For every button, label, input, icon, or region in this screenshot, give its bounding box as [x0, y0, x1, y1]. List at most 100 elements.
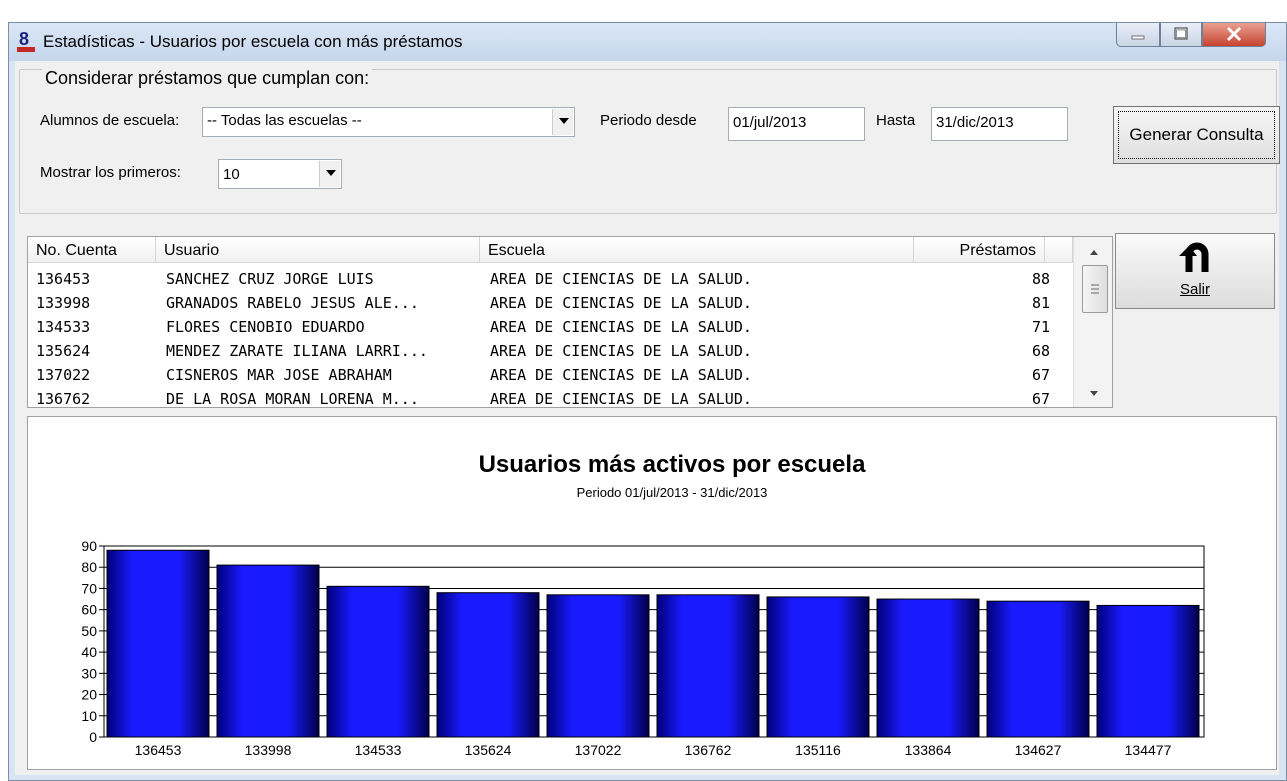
- y-tick-label: 50: [81, 623, 97, 639]
- generate-query-button[interactable]: Generar Consulta: [1113, 106, 1280, 164]
- column-header-usuario[interactable]: Usuario: [156, 237, 480, 263]
- table-row[interactable]: 134533 FLORES CENOBIO EDUARDO AREA DE CIEN…: [28, 315, 1068, 339]
- table-row[interactable]: 137022 CISNEROS MAR JOSE ABRAHAM AREA DE C…: [28, 363, 1068, 387]
- cell-prestamos: 71: [1031, 318, 1050, 336]
- cell-escuela: AREA DE CIENCIAS DE LA SALUD.: [490, 318, 752, 336]
- minimize-icon: [1131, 35, 1145, 40]
- top-n-select[interactable]: 10: [218, 159, 342, 189]
- bar-chart: Usuarios más activos por escuela Periodo …: [81, 451, 1205, 758]
- y-tick-label: 90: [81, 538, 97, 554]
- cell-escuela: AREA DE CIENCIAS DE LA SALUD.: [490, 270, 752, 288]
- scroll-up-icon[interactable]: [1074, 241, 1113, 263]
- cell-prestamos: 67: [1031, 366, 1050, 384]
- cell-usuario: MENDEZ ZARATE ILIANA LARRI...: [166, 342, 428, 360]
- chart-panel: Usuarios más activos por escuela Periodo …: [27, 416, 1277, 770]
- close-button[interactable]: [1202, 23, 1266, 47]
- column-header-prestamos[interactable]: Préstamos: [914, 237, 1045, 263]
- table-scrollbar[interactable]: [1073, 237, 1113, 407]
- x-tick-label: 133864: [905, 742, 952, 758]
- column-header-cuenta[interactable]: No. Cuenta: [28, 237, 156, 263]
- bar-135624: [436, 592, 540, 738]
- cell-cuenta: 136453: [36, 270, 91, 288]
- y-tick-label: 70: [81, 580, 97, 596]
- cell-cuenta: 137022: [36, 366, 91, 384]
- cell-escuela: AREA DE CIENCIAS DE LA SALUD.: [490, 294, 752, 312]
- exit-button[interactable]: Salir: [1115, 233, 1275, 309]
- table-row[interactable]: 135624 MENDEZ ZARATE ILIANA LARRI... AREA …: [28, 339, 1068, 363]
- cell-usuario: DE LA ROSA MORAN LORENA M...: [166, 390, 419, 408]
- maximize-button[interactable]: [1160, 23, 1202, 47]
- school-label: Alumnos de escuela:: [40, 112, 180, 129]
- cell-prestamos: 81: [1031, 294, 1050, 312]
- sibibl-logo-icon: 8: [17, 29, 35, 52]
- table-row[interactable]: 136762 DE LA ROSA MORAN LORENA M... AREA D…: [28, 387, 1068, 408]
- bar-135116: [766, 596, 870, 738]
- minimize-button[interactable]: [1116, 23, 1160, 47]
- chevron-down-icon[interactable]: [319, 161, 340, 187]
- cell-cuenta: 135624: [36, 342, 91, 360]
- statistics-window: 8 Estadísticas - Usuarios por escuela co…: [8, 22, 1287, 781]
- exit-label: Salir: [1179, 281, 1210, 298]
- title-bar[interactable]: 8 Estadísticas - Usuarios por escuela co…: [9, 23, 1286, 61]
- bar-134627: [986, 600, 1090, 738]
- y-tick-label: 30: [81, 665, 97, 681]
- y-tick-label: 80: [81, 559, 97, 575]
- period-to-input[interactable]: 31/dic/2013: [931, 107, 1068, 141]
- cell-cuenta: 134533: [36, 318, 91, 336]
- period-to-label: Hasta: [876, 112, 916, 129]
- x-tick-label: 135624: [465, 742, 512, 758]
- results-table[interactable]: No. Cuenta Usuario Escuela Préstamos 136…: [27, 236, 1113, 408]
- cell-prestamos: 67: [1031, 390, 1050, 408]
- x-tick-label: 137022: [575, 742, 622, 758]
- x-tick-label: 135116: [795, 742, 841, 758]
- x-tick-label: 133998: [245, 742, 292, 758]
- bar-136453: [106, 549, 210, 738]
- school-select-value: -- Todas las escuelas --: [207, 112, 362, 129]
- period-from-value: 01/jul/2013: [733, 114, 807, 131]
- cell-usuario: GRANADOS RABELO JESUS ALE...: [166, 294, 419, 312]
- filter-group-label: Considerar préstamos que cumplan con:: [42, 68, 373, 89]
- top-n-label: Mostrar los primeros:: [40, 164, 181, 181]
- chart-title: Usuarios más activos por escuela: [479, 451, 867, 478]
- cell-cuenta: 133998: [36, 294, 91, 312]
- table-row[interactable]: 136453 SANCHEZ CRUZ JORGE LUIS AREA DE CIE…: [28, 267, 1068, 291]
- column-header-filler: [1045, 237, 1073, 263]
- cell-usuario: SANCHEZ CRUZ JORGE LUIS: [166, 270, 374, 288]
- chart-subtitle: Periodo 01/jul/2013 - 31/dic/2013: [577, 485, 768, 500]
- bar-134477: [1096, 604, 1200, 738]
- filter-group: Considerar préstamos que cumplan con: Al…: [19, 68, 1280, 214]
- bar-133998: [216, 564, 320, 738]
- bar-136762: [656, 594, 760, 738]
- cell-cuenta: 136762: [36, 390, 91, 408]
- scrollbar-thumb[interactable]: [1082, 265, 1108, 313]
- school-select[interactable]: -- Todas las escuelas --: [202, 107, 575, 137]
- cell-escuela: AREA DE CIENCIAS DE LA SALUD.: [490, 342, 752, 360]
- period-to-value: 31/dic/2013: [936, 114, 1014, 131]
- y-tick-label: 20: [81, 687, 97, 703]
- bar-134533: [326, 585, 430, 738]
- table-row[interactable]: 133998 GRANADOS RABELO JESUS ALE... AREA D…: [28, 291, 1068, 315]
- cell-usuario: FLORES CENOBIO EDUARDO: [166, 318, 365, 336]
- y-tick-label: 0: [89, 729, 97, 745]
- x-tick-label: 136453: [135, 742, 182, 758]
- cell-prestamos: 88: [1031, 270, 1050, 288]
- y-tick-label: 40: [81, 644, 97, 660]
- bar-137022: [546, 594, 650, 738]
- y-tick-label: 10: [81, 708, 97, 724]
- maximize-icon: [1174, 27, 1188, 40]
- window-title: Estadísticas - Usuarios por escuela con …: [43, 32, 463, 51]
- y-tick-label: 60: [81, 602, 97, 618]
- client-area: Considerar préstamos que cumplan con: Al…: [15, 61, 1280, 775]
- period-from-input[interactable]: 01/jul/2013: [728, 107, 865, 141]
- svg-text:8: 8: [19, 29, 29, 49]
- chevron-down-icon[interactable]: [552, 109, 573, 135]
- cell-escuela: AREA DE CIENCIAS DE LA SALUD.: [490, 390, 752, 408]
- column-header-escuela[interactable]: Escuela: [480, 237, 914, 263]
- close-icon: [1226, 26, 1242, 42]
- generate-query-label: Generar Consulta: [1129, 125, 1264, 144]
- cell-escuela: AREA DE CIENCIAS DE LA SALUD.: [490, 366, 752, 384]
- undo-arrow-icon: [1179, 242, 1209, 272]
- scroll-down-icon[interactable]: [1074, 383, 1113, 405]
- period-from-label: Periodo desde: [600, 112, 697, 129]
- x-tick-label: 134533: [355, 742, 402, 758]
